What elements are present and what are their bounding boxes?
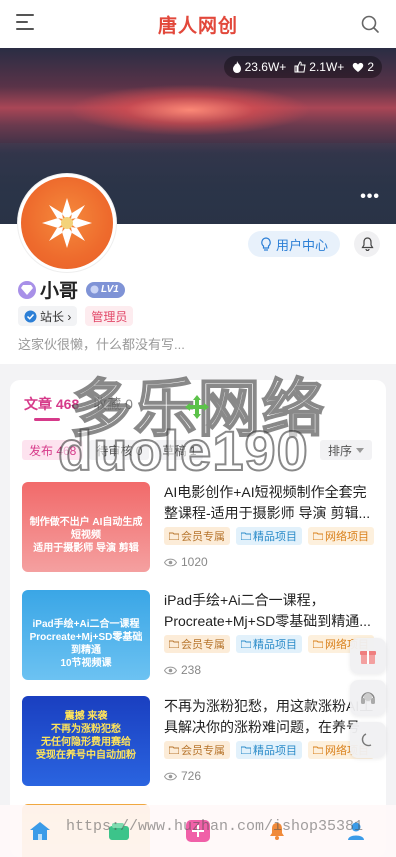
user-name-row: 小哥 LV1	[18, 276, 125, 303]
watermark-text: duole190	[57, 418, 309, 483]
folder-icon	[241, 746, 251, 754]
gift-button[interactable]	[350, 638, 386, 674]
move-cursor-icon	[185, 395, 209, 419]
folder-icon	[313, 746, 323, 754]
site-title[interactable]: 唐人网创	[158, 11, 238, 38]
heart-icon	[353, 62, 364, 72]
user-name: 小哥	[40, 281, 79, 302]
post-item[interactable]: 制作做不出户 AI自动生成短视频 适用于摄影师 导演 剪辑 AI电影创作+AI短…	[22, 482, 384, 574]
user-center-button[interactable]: 用户中心	[247, 231, 340, 257]
home-icon	[29, 822, 50, 840]
post-tags: 会员专属 精品项目 网络项目	[164, 527, 374, 545]
tag-boutique[interactable]: 精品项目	[236, 741, 302, 759]
thumbs-up-icon	[294, 61, 306, 73]
post-item[interactable]: 震撼 来袭 不再为涨粉犯愁 无任何隐形费用赛给 受现在养号中自动加粉 不再为涨粉…	[22, 696, 384, 788]
role-badges: 站长 › 管理员	[18, 306, 134, 326]
post-views: 238	[164, 663, 201, 677]
customer-service-button[interactable]	[350, 680, 386, 716]
post-thumbnail[interactable]: 制作做不出户 AI自动生成短视频 适用于摄影师 导演 剪辑	[22, 482, 150, 572]
bulb-icon	[261, 237, 271, 251]
search-icon[interactable]	[360, 14, 380, 34]
folder-icon	[241, 532, 251, 540]
post-tags: 会员专属 精品项目 网络项目	[164, 741, 374, 759]
moon-icon	[361, 733, 372, 747]
folder-icon	[169, 640, 179, 648]
station-owner-badge[interactable]: 站长 ›	[18, 306, 78, 326]
menu-icon[interactable]	[16, 14, 36, 32]
caret-down-icon	[356, 447, 364, 453]
user-bio: 这家伙很懒，什么都没有写...	[18, 337, 185, 352]
post-item[interactable]: iPad手绘+Ai二合一课程 Procreate+Mj+SD零基础到精通 10节…	[22, 590, 384, 682]
more-options-icon[interactable]: •••	[360, 188, 380, 206]
folder-icon	[241, 640, 251, 648]
tag-member-only[interactable]: 会员专属	[164, 635, 230, 653]
eye-icon	[164, 666, 177, 674]
popularity-stat: 23.6W+	[232, 60, 286, 74]
folder-icon	[313, 640, 323, 648]
post-views: 726	[164, 769, 201, 783]
sort-dropdown[interactable]: 排序	[319, 440, 372, 460]
top-bar: 唐人网创	[0, 0, 396, 48]
verified-icon	[24, 310, 37, 322]
watermark-url: https://www.huzhan.com/ishop35381	[66, 818, 364, 835]
post-thumbnail[interactable]: iPad手绘+Ai二合一课程 Procreate+Mj+SD零基础到精通 10节…	[22, 590, 150, 680]
post-thumbnail[interactable]: 震撼 来袭 不再为涨粉犯愁 无任何隐形费用赛给 受现在养号中自动加粉	[22, 696, 150, 786]
vip-gem-icon	[18, 280, 36, 299]
notification-bell-button[interactable]	[354, 231, 380, 257]
dark-mode-toggle[interactable]	[350, 722, 386, 758]
post-views: 1020	[164, 555, 208, 569]
eye-icon	[164, 558, 177, 566]
folder-icon	[169, 746, 179, 754]
folder-icon	[313, 532, 323, 540]
tag-network-project[interactable]: 网络项目	[308, 527, 374, 545]
nav-home[interactable]	[25, 816, 55, 846]
profile-stats: 23.6W+ 2.1W+ 2	[223, 56, 382, 78]
profile-section: 用户中心 小哥 LV1 站长 › 管理员 这家伙很懒，什么都没有写...	[0, 174, 396, 364]
post-title[interactable]: AI电影创作+AI短视频制作全套完整课程-适用于摄影师 导演 剪辑...	[164, 482, 378, 524]
tag-boutique[interactable]: 精品项目	[236, 527, 302, 545]
tag-boutique[interactable]: 精品项目	[236, 635, 302, 653]
favorites-stat: 2	[352, 60, 374, 74]
avatar[interactable]	[18, 174, 116, 272]
post-title[interactable]: iPad手绘+Ai二合一课程，Procreate+Mj+SD零基础到精通...	[164, 590, 378, 632]
post-title[interactable]: 不再为涨粉犯愁，用这款涨粉AI工具解决你的涨粉难问题，在养号中...	[164, 696, 378, 738]
folder-icon	[169, 532, 179, 540]
level-icon	[90, 285, 99, 294]
headset-icon	[361, 692, 375, 704]
eye-icon	[164, 772, 177, 780]
post-tags: 会员专属 精品项目 网络项目	[164, 635, 374, 653]
fire-icon	[232, 61, 241, 73]
admin-badge: 管理员	[85, 306, 134, 326]
tag-member-only[interactable]: 会员专属	[164, 527, 230, 545]
wheat-logo-icon	[42, 198, 92, 248]
tag-member-only[interactable]: 会员专属	[164, 741, 230, 759]
level-badge: LV1	[86, 281, 125, 298]
likes-stat: 2.1W+	[294, 60, 344, 74]
gift-icon	[360, 651, 376, 664]
bell-icon	[360, 237, 374, 251]
